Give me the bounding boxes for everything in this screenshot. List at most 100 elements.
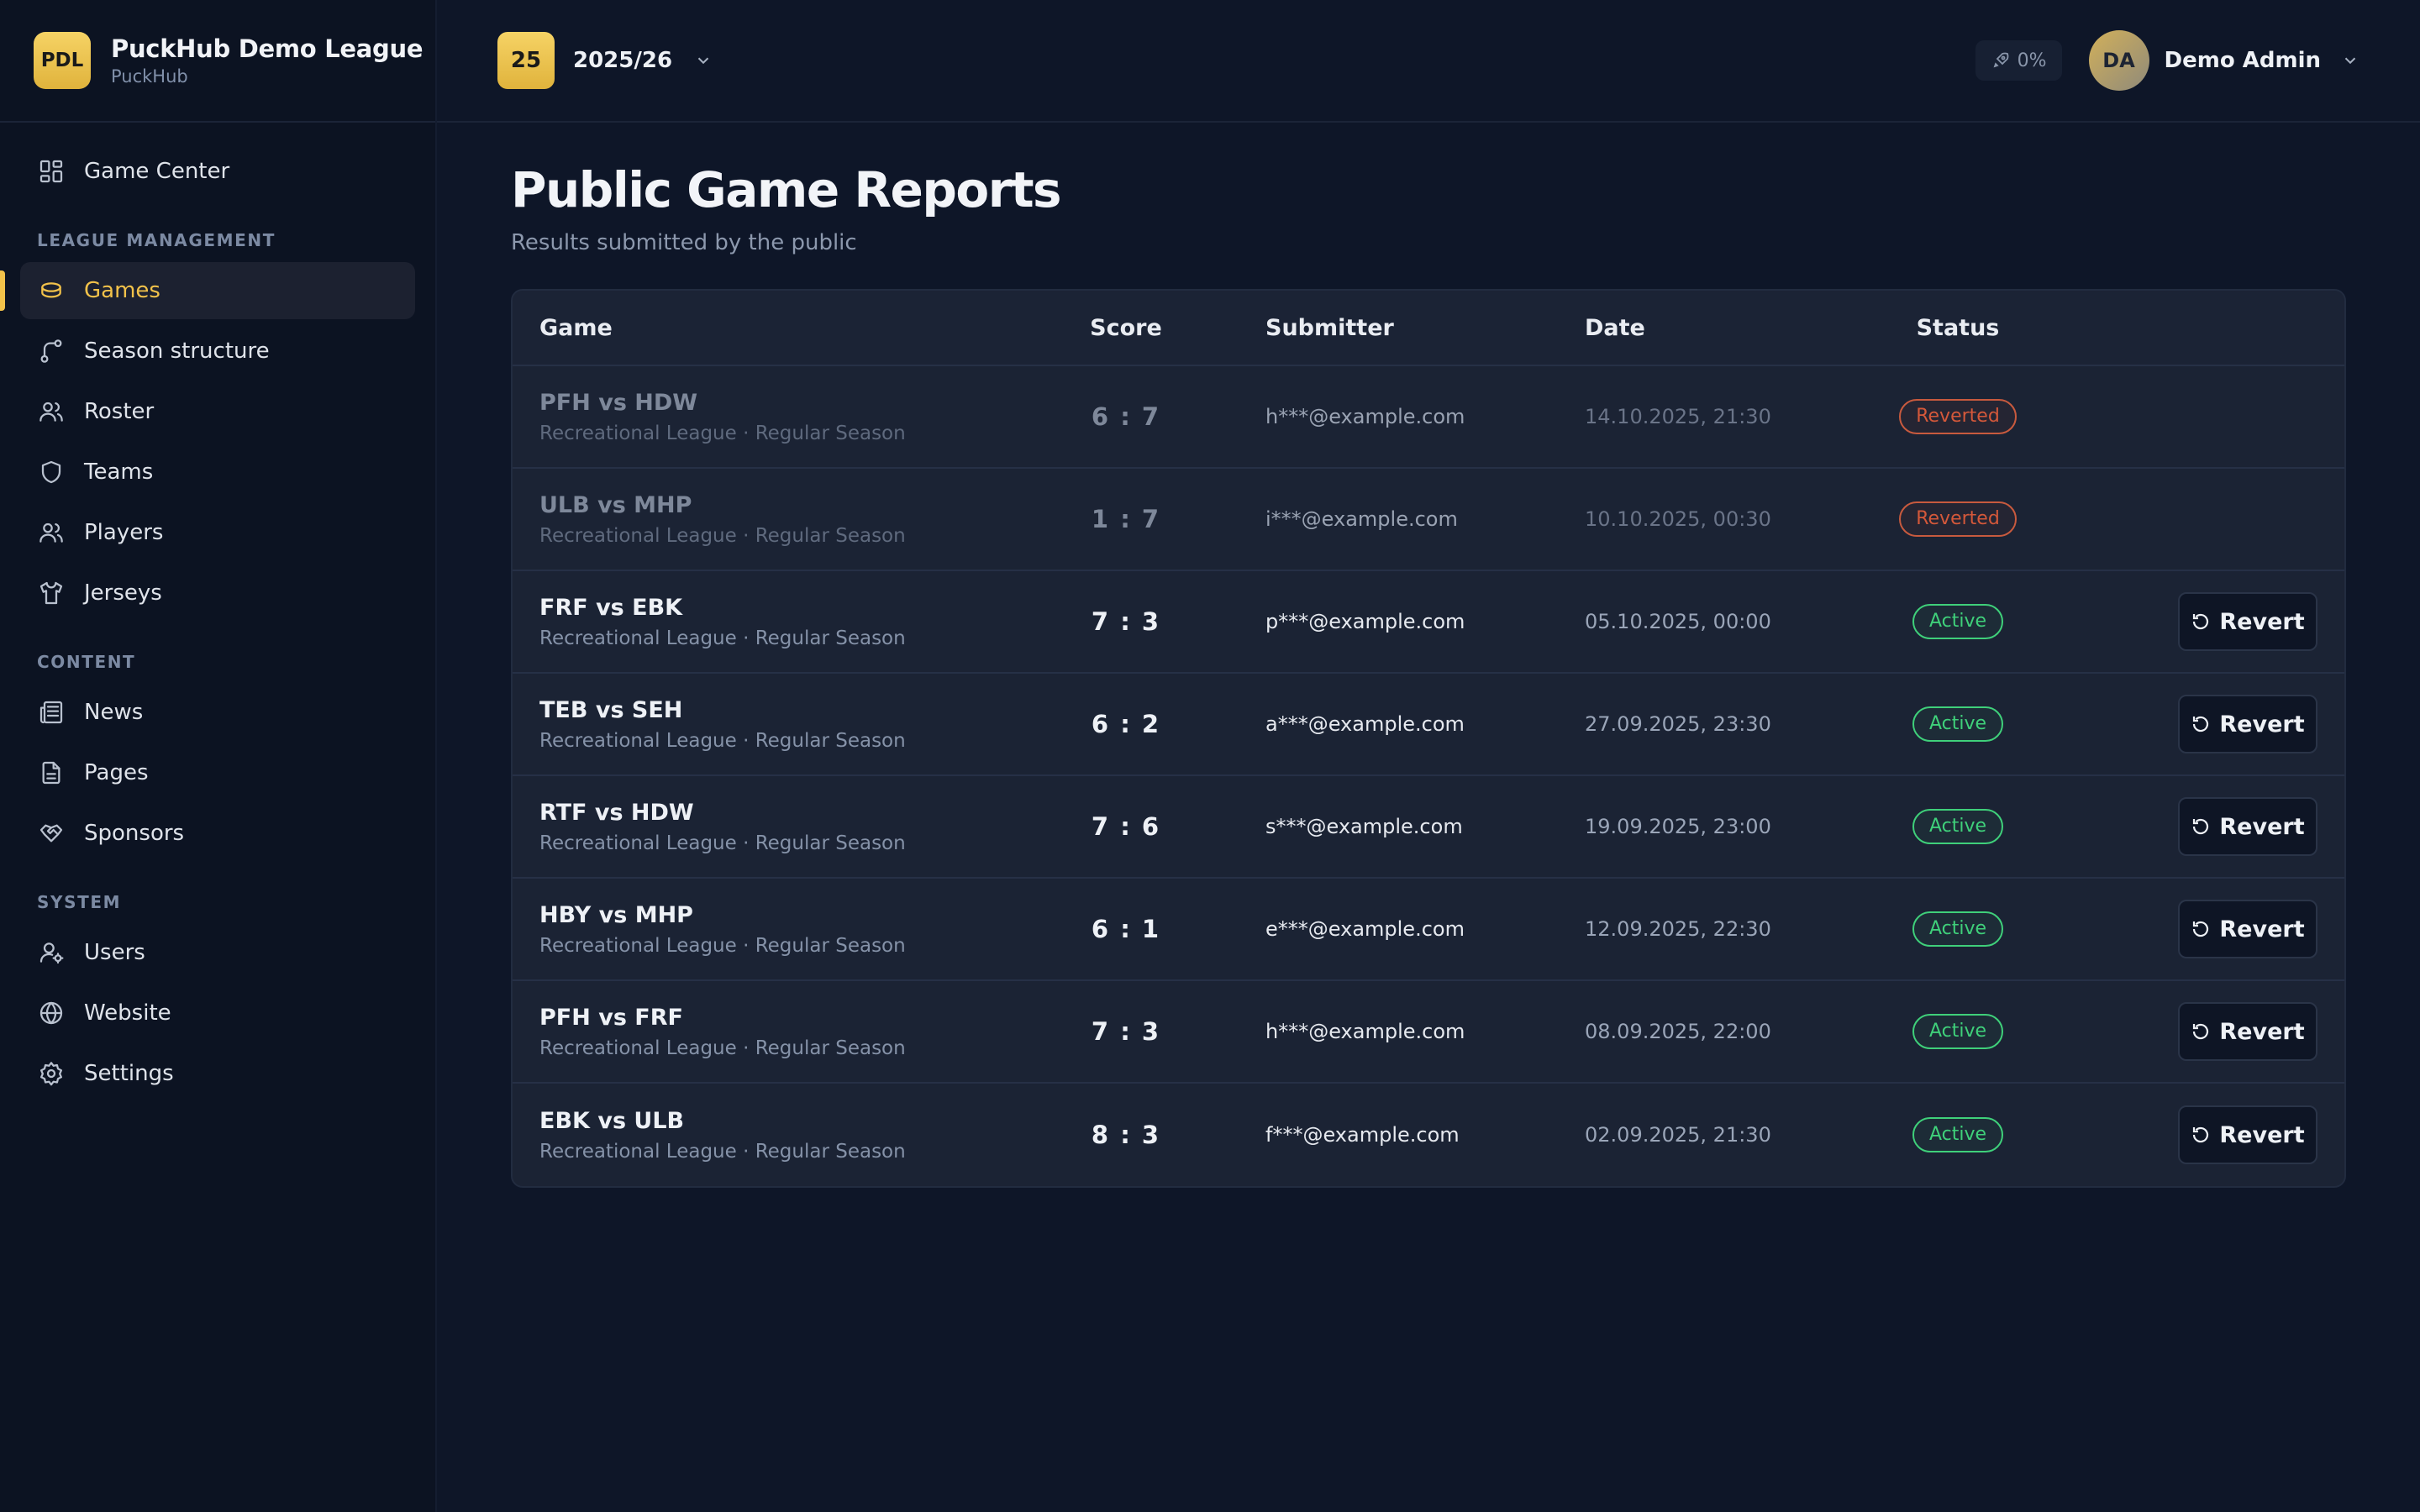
sidebar-item-label: Game Center: [84, 159, 230, 184]
topbar: 25 2025/26 0% DA Demo Admin: [437, 0, 2420, 123]
submitted-date: 02.09.2025, 21:30: [1585, 1123, 1771, 1147]
game-title[interactable]: PFH vs FRF: [539, 1005, 1034, 1031]
status-badge: Active: [1912, 1117, 2004, 1152]
revert-label: Revert: [2219, 916, 2305, 942]
submitter-email: h***@example.com: [1265, 405, 1465, 428]
user-cog-icon: [37, 938, 66, 967]
progress-value: 0%: [2017, 50, 2047, 71]
game-title[interactable]: PFH vs HDW: [539, 390, 1034, 416]
revert-button[interactable]: Revert: [2178, 1002, 2317, 1061]
season-selector[interactable]: 2025/26: [573, 48, 672, 73]
score-cell: 6 : 1: [1034, 915, 1218, 943]
score: 7 : 3: [1091, 1017, 1161, 1046]
undo-icon: [2193, 818, 2209, 835]
avatar[interactable]: DA: [2088, 30, 2149, 91]
game-title[interactable]: TEB vs SEH: [539, 697, 1034, 723]
brand-text: PuckHub Demo League PuckHub: [111, 34, 424, 87]
game-cell: TEB vs SEH Recreational League · Regular …: [513, 697, 1034, 752]
undo-icon: [2193, 716, 2209, 732]
status-badge: Active: [1912, 911, 2004, 947]
action-cell: Revert: [2059, 1105, 2344, 1164]
branch-icon: [37, 337, 66, 365]
score: 6 : 1: [1091, 915, 1161, 943]
revert-button[interactable]: Revert: [2178, 1105, 2317, 1164]
game-title[interactable]: RTF vs HDW: [539, 800, 1034, 826]
revert-button[interactable]: Revert: [2178, 797, 2317, 856]
sidebar-item-players[interactable]: Players: [20, 504, 415, 561]
sidebar-item-roster[interactable]: Roster: [20, 383, 415, 440]
submitter-email: e***@example.com: [1265, 917, 1465, 941]
score: 6 : 7: [1091, 402, 1161, 431]
sidebar-item-games[interactable]: Games: [0, 262, 415, 319]
status-cell: Active: [1857, 1014, 2059, 1049]
sidebar-item-teams[interactable]: Teams: [20, 444, 415, 501]
brand[interactable]: PDL PuckHub Demo League PuckHub: [0, 0, 435, 123]
status-badge: Active: [1912, 809, 2004, 844]
date-cell: 14.10.2025, 21:30: [1538, 405, 1857, 428]
app-root: PDL PuckHub Demo League PuckHub Game Cen…: [0, 0, 2420, 1512]
score-cell: 7 : 6: [1034, 812, 1218, 841]
revert-button[interactable]: Revert: [2178, 695, 2317, 753]
chevron-down-icon[interactable]: [694, 51, 713, 70]
status-badge: Active: [1912, 604, 2004, 639]
sidebar-item-season-structure[interactable]: Season structure: [20, 323, 415, 380]
page-title: Public Game Reports: [511, 161, 1062, 218]
submitter-cell: e***@example.com: [1218, 917, 1538, 941]
puck-icon: [37, 276, 66, 305]
revert-button[interactable]: Revert: [2178, 592, 2317, 651]
sidebar-item-pages[interactable]: Pages: [20, 744, 415, 801]
sidebar-item-sponsors[interactable]: Sponsors: [20, 805, 415, 862]
game-title[interactable]: ULB vs MHP: [539, 492, 1034, 518]
globe-icon: [37, 999, 66, 1027]
nav-section-content: Content: [37, 652, 136, 672]
game-cell: PFH vs FRF Recreational League · Regular …: [513, 1005, 1034, 1059]
sidebar-item-label: Settings: [84, 1061, 174, 1086]
undo-icon: [2193, 1126, 2209, 1143]
sidebar-item-label: Sponsors: [84, 821, 185, 846]
submitter-email: h***@example.com: [1265, 1020, 1465, 1043]
game-meta: Recreational League · Regular Season: [539, 1140, 906, 1163]
undo-icon: [2193, 1023, 2209, 1040]
submitted-date: 19.09.2025, 23:00: [1585, 815, 1771, 838]
sidebar-item-label: Roster: [84, 399, 155, 424]
sidebar-item-jerseys[interactable]: Jerseys: [20, 564, 415, 622]
header-submitter: Submitter: [1265, 314, 1394, 341]
date-cell: 05.10.2025, 00:00: [1538, 610, 1857, 633]
submitter-email: p***@example.com: [1265, 610, 1465, 633]
action-cell: Revert: [2059, 695, 2344, 753]
revert-button[interactable]: Revert: [2178, 900, 2317, 958]
submitter-cell: h***@example.com: [1218, 1020, 1538, 1043]
game-title[interactable]: FRF vs EBK: [539, 595, 1034, 621]
header-date: Date: [1585, 314, 1645, 341]
sidebar-nav: Game Center League Management Games Seas…: [0, 123, 435, 1102]
progress-chip[interactable]: 0%: [1975, 40, 2062, 81]
revert-label: Revert: [2219, 1121, 2305, 1148]
sidebar-item-website[interactable]: Website: [20, 984, 415, 1042]
game-title[interactable]: EBK vs ULB: [539, 1108, 1034, 1134]
rocket-icon: [1993, 52, 2008, 68]
page-subtitle: Results submitted by the public: [511, 230, 857, 255]
sidebar-item-users[interactable]: Users: [20, 924, 415, 981]
header-game: Game: [539, 314, 613, 341]
user-name[interactable]: Demo Admin: [2165, 48, 2321, 73]
table-row: EBK vs ULB Recreational League · Regular …: [513, 1084, 2344, 1186]
score: 8 : 3: [1091, 1121, 1161, 1149]
status-cell: Active: [1857, 911, 2059, 947]
season-badge[interactable]: 25: [497, 32, 555, 89]
status-cell: Active: [1857, 1117, 2059, 1152]
chevron-down-icon[interactable]: [2341, 51, 2360, 70]
table-row: HBY vs MHP Recreational League · Regular …: [513, 879, 2344, 981]
sidebar-item-game-center[interactable]: Game Center: [20, 143, 415, 200]
game-cell: EBK vs ULB Recreational League · Regular …: [513, 1108, 1034, 1163]
revert-label: Revert: [2219, 608, 2305, 635]
game-meta: Recreational League · Regular Season: [539, 524, 906, 547]
table-row: TEB vs SEH Recreational League · Regular …: [513, 674, 2344, 776]
table-row: PFH vs HDW Recreational League · Regular …: [513, 366, 2344, 469]
header-status: Status: [1916, 314, 2000, 341]
sidebar-item-news[interactable]: News: [20, 684, 415, 741]
sidebar-item-settings[interactable]: Settings: [20, 1045, 415, 1102]
game-cell: FRF vs EBK Recreational League · Regular …: [513, 595, 1034, 649]
game-title[interactable]: HBY vs MHP: [539, 902, 1034, 928]
date-cell: 19.09.2025, 23:00: [1538, 815, 1857, 838]
sidebar-item-label: Players: [84, 520, 164, 545]
